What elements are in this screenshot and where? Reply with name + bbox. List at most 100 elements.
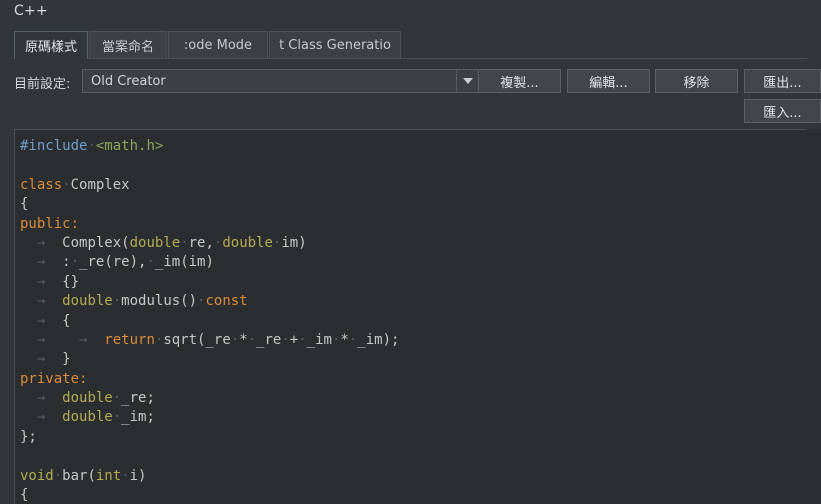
code-token: * xyxy=(239,331,248,348)
tab-label: t Class Generatio xyxy=(279,38,391,53)
code-token: · xyxy=(112,409,122,426)
code-token: · xyxy=(121,467,130,484)
code-token: · xyxy=(87,138,96,154)
code-token: _re; xyxy=(121,390,155,407)
code-token: int xyxy=(95,467,122,484)
code-token: → xyxy=(20,312,63,329)
code-token: Complex xyxy=(70,176,130,193)
tab-bar-divider xyxy=(14,58,807,59)
code-token: Complex( xyxy=(62,234,130,251)
code-token: _re(re), xyxy=(79,254,147,271)
code-token: · xyxy=(298,331,307,348)
code-line: → double·_re; xyxy=(20,389,399,408)
code-token: _im); xyxy=(357,331,400,348)
code-token: }; xyxy=(20,428,37,445)
code-token: im) xyxy=(281,234,307,251)
code-token: public: xyxy=(20,215,80,232)
code-token: · xyxy=(281,331,290,348)
tab-label: 原碼樣式 xyxy=(25,40,78,55)
code-preview-editor[interactable]: #include·<math.h> class·Complex{public: … xyxy=(14,129,821,504)
settings-preset-select[interactable]: Old Creator xyxy=(82,69,480,93)
tab-label: 當案命名 xyxy=(101,40,154,55)
tab-code-style[interactable]: 原碼樣式 xyxy=(14,31,88,59)
current-settings-label: 目前設定: xyxy=(14,77,71,92)
settings-preset-value[interactable]: Old Creator xyxy=(83,70,456,92)
duplicate-button-label: 複製... xyxy=(500,75,539,91)
code-line: private: xyxy=(20,370,399,389)
editor-scrollbar-track[interactable] xyxy=(806,129,821,503)
code-line: }; xyxy=(20,428,399,447)
code-token: double xyxy=(62,293,113,310)
code-token: const xyxy=(205,293,248,310)
code-token: → xyxy=(20,390,63,407)
code-line: class·Complex xyxy=(20,176,399,195)
remove-button[interactable]: 移除 xyxy=(655,69,738,93)
code-token: double xyxy=(222,234,273,251)
code-token: modulus() xyxy=(121,293,198,310)
code-token: private: xyxy=(20,370,88,387)
code-token: sqrt(_re xyxy=(163,331,231,348)
code-token: + xyxy=(289,331,299,348)
code-token: : xyxy=(62,254,71,271)
code-token: {} xyxy=(62,273,80,290)
code-token: i) xyxy=(129,467,147,484)
duplicate-button[interactable]: 複製... xyxy=(478,69,561,93)
code-token: → → xyxy=(20,331,105,348)
code-token: bar( xyxy=(62,467,96,484)
code-line: #include·<math.h> xyxy=(20,137,399,156)
code-line: → → return·sqrt(_re·*·_re·+·_im·*·_im); xyxy=(20,331,400,350)
code-token: * xyxy=(340,331,349,348)
export-button[interactable]: 匯出... xyxy=(744,69,821,93)
code-token: double xyxy=(62,409,113,426)
tab-class-generation[interactable]: t Class Generatio xyxy=(269,31,401,59)
code-token: · xyxy=(112,293,122,310)
code-line: { xyxy=(20,195,399,214)
code-token: _im; xyxy=(121,409,155,426)
tab-bar: 原碼樣式 當案命名 :ode Mode t Class Generatio xyxy=(14,31,402,59)
page-title: C++ xyxy=(14,3,48,19)
chevron-down-glyph xyxy=(463,78,473,84)
code-token: class xyxy=(20,176,63,193)
tab-file-naming[interactable]: 當案命名 xyxy=(89,31,167,59)
code-token: · xyxy=(53,467,63,484)
chevron-down-icon[interactable] xyxy=(456,70,479,92)
code-line: void·bar(int·i) xyxy=(20,467,399,486)
code-token: → xyxy=(20,409,63,426)
code-line: { xyxy=(20,486,399,504)
import-button-label: 匯入... xyxy=(763,105,802,121)
tab-label: :ode Mode xyxy=(183,38,253,53)
edit-button[interactable]: 編輯... xyxy=(567,69,650,93)
code-token: <math.h> xyxy=(95,138,164,154)
code-token: · xyxy=(230,331,240,348)
code-token: · xyxy=(62,176,71,193)
code-token: #include xyxy=(20,138,88,154)
remove-button-label: 移除 xyxy=(683,75,710,91)
code-token: double xyxy=(129,234,181,251)
code-token: · xyxy=(112,390,122,407)
code-token: → xyxy=(20,293,63,310)
code-token: { xyxy=(62,312,71,329)
export-button-label: 匯出... xyxy=(763,75,802,91)
code-token: · xyxy=(70,254,80,271)
code-token: · xyxy=(146,254,155,271)
code-line: public: xyxy=(20,215,399,234)
edit-button-label: 編輯... xyxy=(589,75,628,91)
code-token: _re xyxy=(256,331,282,348)
code-line: → { xyxy=(20,312,399,331)
code-line: → double·modulus()·const xyxy=(20,292,399,311)
code-preview-text: #include·<math.h> class·Complex{public: … xyxy=(20,137,399,504)
code-token: void xyxy=(20,467,54,484)
code-line: → :·_re(re),·_im(im) xyxy=(20,253,399,272)
import-button[interactable]: 匯入... xyxy=(744,99,821,123)
code-token: → xyxy=(20,273,63,290)
code-token: { xyxy=(20,487,29,504)
code-token: return xyxy=(104,331,155,348)
code-token: _im xyxy=(306,331,332,348)
code-token: } xyxy=(62,351,71,368)
code-line: → double·_im; xyxy=(20,408,399,427)
tab-code-mode[interactable]: :ode Mode xyxy=(168,31,268,59)
code-line: → Complex(double·re,·double·im) xyxy=(20,234,399,253)
code-token: double xyxy=(62,390,113,407)
